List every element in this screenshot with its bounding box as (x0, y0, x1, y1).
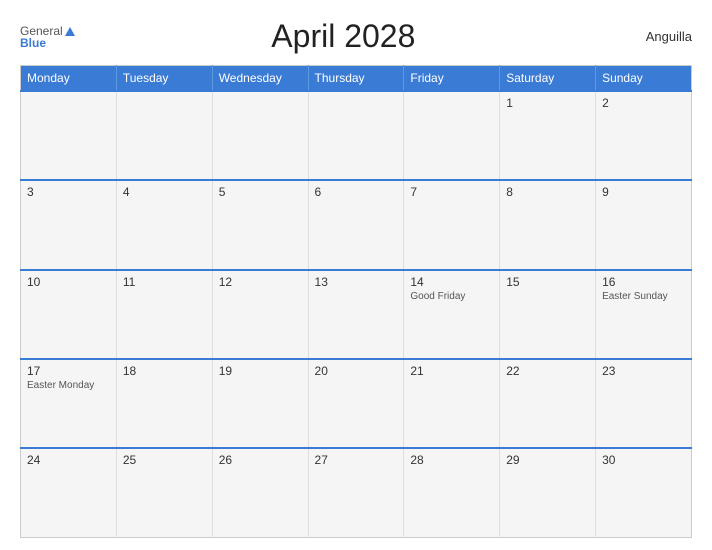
calendar-cell (404, 91, 500, 180)
calendar-cell: 10 (21, 270, 117, 359)
calendar-table: Monday Tuesday Wednesday Thursday Friday… (20, 65, 692, 538)
logo: General Blue (20, 25, 75, 49)
day-number: 24 (27, 453, 110, 467)
calendar-cell: 9 (596, 180, 692, 269)
calendar-title: April 2028 (75, 18, 612, 55)
day-number: 5 (219, 185, 302, 199)
calendar-cell: 25 (116, 448, 212, 537)
calendar-cell: 19 (212, 359, 308, 448)
header-friday: Friday (404, 66, 500, 92)
calendar-cell (308, 91, 404, 180)
day-number: 7 (410, 185, 493, 199)
calendar-cell: 24 (21, 448, 117, 537)
day-number: 3 (27, 185, 110, 199)
calendar-cell: 21 (404, 359, 500, 448)
calendar-cell: 2 (596, 91, 692, 180)
calendar-cell: 1 (500, 91, 596, 180)
day-number: 23 (602, 364, 685, 378)
calendar-week-row: 3456789 (21, 180, 692, 269)
logo-blue-text: Blue (20, 37, 75, 49)
calendar-cell: 4 (116, 180, 212, 269)
day-number: 25 (123, 453, 206, 467)
day-number: 14 (410, 275, 493, 289)
calendar-cell: 7 (404, 180, 500, 269)
calendar-cell: 28 (404, 448, 500, 537)
day-number: 1 (506, 96, 589, 110)
calendar-cell: 15 (500, 270, 596, 359)
calendar-cell: 13 (308, 270, 404, 359)
calendar-cell: 6 (308, 180, 404, 269)
header-thursday: Thursday (308, 66, 404, 92)
calendar-cell: 27 (308, 448, 404, 537)
calendar-cell (21, 91, 117, 180)
calendar-page: General Blue April 2028 Anguilla Monday … (0, 0, 712, 550)
calendar-cell: 17 Easter Monday (21, 359, 117, 448)
day-number: 6 (315, 185, 398, 199)
weekday-header-row: Monday Tuesday Wednesday Thursday Friday… (21, 66, 692, 92)
day-number: 2 (602, 96, 685, 110)
day-number: 12 (219, 275, 302, 289)
day-number: 4 (123, 185, 206, 199)
calendar-week-row: 17 Easter Monday 18 19 20 21 22 23 (21, 359, 692, 448)
day-number: 19 (219, 364, 302, 378)
header: General Blue April 2028 Anguilla (20, 18, 692, 55)
day-number: 20 (315, 364, 398, 378)
calendar-cell: 11 (116, 270, 212, 359)
calendar-cell: 12 (212, 270, 308, 359)
day-number: 17 (27, 364, 110, 378)
day-number: 18 (123, 364, 206, 378)
region-label: Anguilla (612, 29, 692, 44)
calendar-cell: 16 Easter Sunday (596, 270, 692, 359)
day-number: 22 (506, 364, 589, 378)
holiday-label: Easter Monday (27, 380, 110, 391)
day-number: 21 (410, 364, 493, 378)
calendar-week-row: 10 11 12 13 14 Good Friday 15 16 Easter Sunday (21, 270, 692, 359)
header-saturday: Saturday (500, 66, 596, 92)
calendar-cell: 26 (212, 448, 308, 537)
calendar-cell: 20 (308, 359, 404, 448)
calendar-cell (116, 91, 212, 180)
day-number: 29 (506, 453, 589, 467)
day-number: 9 (602, 185, 685, 199)
day-number: 13 (315, 275, 398, 289)
day-number: 15 (506, 275, 589, 289)
calendar-cell: 29 (500, 448, 596, 537)
calendar-week-row: 24 25 26 27 28 29 30 (21, 448, 692, 537)
day-number: 11 (123, 275, 206, 289)
header-wednesday: Wednesday (212, 66, 308, 92)
calendar-cell: 8 (500, 180, 596, 269)
header-tuesday: Tuesday (116, 66, 212, 92)
calendar-cell: 14 Good Friday (404, 270, 500, 359)
logo-triangle-icon (65, 27, 75, 36)
header-sunday: Sunday (596, 66, 692, 92)
day-number: 30 (602, 453, 685, 467)
day-number: 26 (219, 453, 302, 467)
logo-general-text: General (20, 25, 63, 37)
day-number: 27 (315, 453, 398, 467)
day-number: 10 (27, 275, 110, 289)
header-monday: Monday (21, 66, 117, 92)
calendar-cell: 3 (21, 180, 117, 269)
calendar-cell: 18 (116, 359, 212, 448)
day-number: 8 (506, 185, 589, 199)
day-number: 28 (410, 453, 493, 467)
calendar-cell: 30 (596, 448, 692, 537)
calendar-week-row: 12 (21, 91, 692, 180)
calendar-cell: 5 (212, 180, 308, 269)
holiday-label: Good Friday (410, 291, 493, 302)
calendar-cell: 23 (596, 359, 692, 448)
calendar-cell: 22 (500, 359, 596, 448)
day-number: 16 (602, 275, 685, 289)
calendar-cell (212, 91, 308, 180)
holiday-label: Easter Sunday (602, 291, 685, 302)
